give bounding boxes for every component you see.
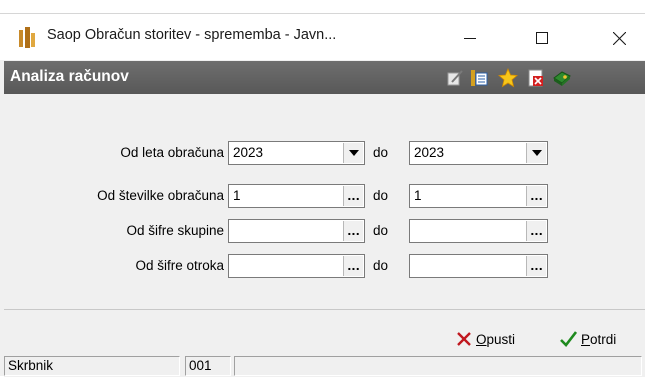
book-icon[interactable] [552, 68, 572, 88]
title-bar[interactable]: Saop Obračun storitev - sprememba - Javn… [0, 14, 645, 60]
number-from-input[interactable]: 1 ... [228, 184, 365, 208]
form-header: Analiza računov [4, 61, 645, 94]
chevron-down-icon[interactable] [526, 143, 546, 163]
label-to: do [373, 258, 389, 273]
group-to-input[interactable]: ... [409, 219, 548, 243]
ellipsis-button[interactable]: ... [343, 186, 363, 206]
form-body: Od leta obračuna 2023 do 2023 Od številk… [4, 94, 645, 310]
form-row-year: Od leta obračuna 2023 do 2023 [4, 141, 645, 165]
label-number: Od številke obračuna [97, 188, 224, 203]
form-row-number: Od številke obračuna 1 ... do 1 ... [4, 184, 645, 208]
list-icon[interactable] [469, 68, 489, 88]
form-title: Analiza računov [10, 68, 129, 85]
minimize-button[interactable] [447, 22, 493, 54]
status-user: Skrbnik [4, 356, 180, 376]
status-message [234, 356, 642, 376]
ellipsis-button[interactable]: ... [343, 256, 363, 276]
ellipsis-button[interactable]: ... [526, 256, 546, 276]
group-from-input[interactable]: ... [228, 219, 365, 243]
confirm-button[interactable]: Potrdi [560, 331, 616, 347]
maximize-icon [536, 32, 548, 44]
year-to-select[interactable]: 2023 [409, 141, 548, 165]
confirm-label: Potrdi [581, 331, 617, 347]
chevron-down-icon[interactable] [343, 143, 363, 163]
cancel-button[interactable]: Opusti [456, 331, 515, 347]
ellipsis-button[interactable]: ... [526, 221, 546, 241]
close-icon [612, 31, 626, 45]
app-icon [19, 27, 35, 48]
background-strip [0, 0, 646, 14]
form-row-child: Od šifre otroka ... do ... [4, 254, 645, 278]
year-to-value: 2023 [414, 145, 445, 160]
ellipsis-button[interactable]: ... [343, 221, 363, 241]
status-code: 001 [185, 356, 231, 376]
year-from-value: 2023 [233, 145, 264, 160]
cancel-label: Opusti [476, 331, 516, 347]
year-from-select[interactable]: 2023 [228, 141, 365, 165]
child-from-input[interactable]: ... [228, 254, 365, 278]
child-to-input[interactable]: ... [409, 254, 548, 278]
label-group: Od šifre skupine [126, 223, 224, 238]
label-child: Od šifre otroka [135, 258, 224, 273]
star-icon[interactable] [498, 68, 518, 88]
form-row-group: Od šifre skupine ... do ... [4, 219, 645, 243]
number-to-input[interactable]: 1 ... [409, 184, 548, 208]
close-button[interactable] [596, 22, 642, 54]
cancel-icon [457, 332, 471, 346]
checkmark-icon [560, 331, 577, 347]
delete-icon[interactable] [526, 68, 546, 88]
edit-icon[interactable] [445, 68, 465, 88]
label-to: do [373, 188, 389, 203]
maximize-button[interactable] [519, 22, 565, 54]
dialog-window: Saop Obračun storitev - sprememba - Javn… [0, 13, 645, 377]
label-year: Od leta obračuna [120, 145, 224, 160]
status-bar: Skrbnik 001 [4, 354, 645, 377]
label-to: do [373, 223, 389, 238]
window-title: Saop Obračun storitev - sprememba - Javn… [47, 27, 337, 43]
number-from-value: 1 [233, 188, 241, 203]
label-to: do [373, 145, 389, 160]
ellipsis-button[interactable]: ... [526, 186, 546, 206]
number-to-value: 1 [414, 188, 422, 203]
minimize-icon [464, 38, 476, 39]
